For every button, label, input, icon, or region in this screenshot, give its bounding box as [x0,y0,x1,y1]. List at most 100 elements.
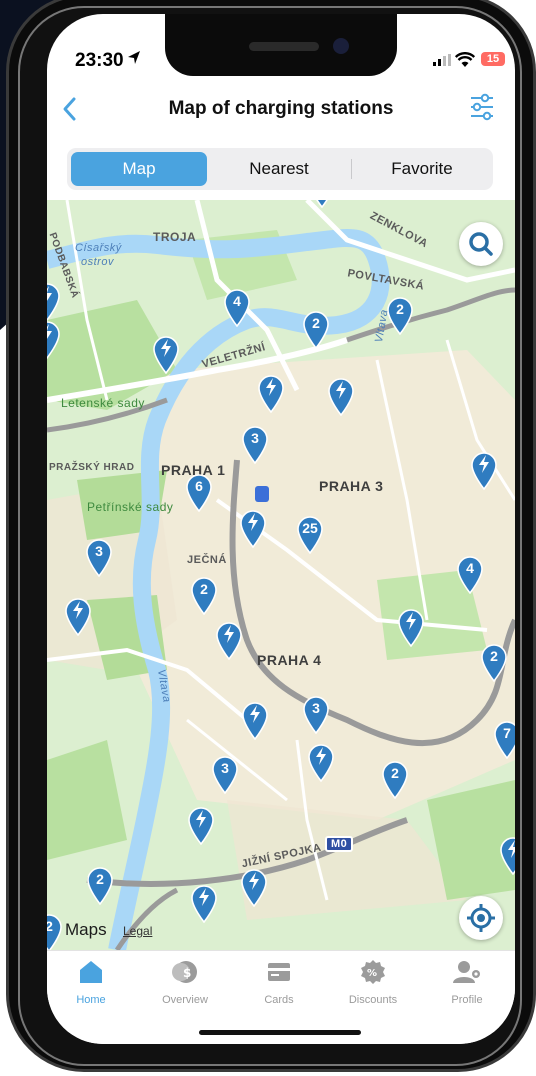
status-time: 23:30 [75,50,124,71]
search-icon [469,232,493,256]
highway-badge-m0: M0 [325,836,354,852]
lightning-bolt-icon [249,872,259,890]
pin-count: 4 [466,560,474,576]
map-label-letenske-sady: Letenské sady [61,396,145,410]
discounts-icon: % [361,960,385,984]
map-label-troja: TROJA [153,230,197,244]
station-cluster-pin[interactable]: 3 [84,537,114,577]
charging-station-pin[interactable] [240,700,270,740]
pin-count: 3 [251,430,259,446]
lightning-bolt-icon [266,378,276,396]
map-label-cisarsky: Císařský [75,242,122,254]
charging-station-pin[interactable] [239,867,269,907]
lightning-bolt-icon [47,286,52,301]
charging-station-pin[interactable] [256,373,286,413]
segment-favorite[interactable]: Favorite [355,152,489,186]
lightning-bolt-icon [316,747,326,765]
charging-station-pin[interactable] [238,508,268,548]
station-cluster-pin[interactable]: 25 [295,514,325,554]
tab-home-label: Home [76,994,106,1006]
tab-cards-label: Cards [264,994,294,1006]
lightning-bolt-icon [250,705,260,723]
filter-settings-icon[interactable] [469,92,495,122]
map-label-petrinske-sady: Petřínské sady [87,500,174,514]
station-cluster-pin[interactable]: 4 [455,554,485,594]
charging-station-pin[interactable] [498,835,515,875]
crosshair-icon [467,904,495,932]
charging-station-pin[interactable] [306,742,336,782]
station-cluster-pin[interactable]: 2 [301,309,331,349]
tab-overview-label: Overview [162,994,208,1006]
charging-station-pin[interactable] [151,334,181,374]
station-cluster-pin[interactable]: 2 [479,642,509,682]
map-label-ostrov: ostrov [81,256,114,268]
charging-station-pin[interactable] [63,596,93,636]
map-label-praha3: PRAHA 3 [319,478,384,494]
pin-count: 3 [95,543,103,559]
station-cluster-pin[interactable]: 2 [85,865,115,905]
legal-link[interactable]: Legal [123,924,152,938]
pin-count: 2 [391,765,399,781]
charging-station-pin[interactable] [186,805,216,845]
page-title: Map of charging stations [168,98,394,119]
map-label-jecna: JEČNÁ [187,554,227,566]
station-cluster-pin[interactable]: 7 [492,719,515,759]
svg-text:$: $ [183,966,191,980]
station-cluster-pin[interactable]: 3 [240,424,270,464]
charging-station-pin[interactable] [307,200,337,208]
charging-station-pin[interactable] [189,883,219,923]
lightning-bolt-icon [508,840,515,858]
charging-station-pin[interactable] [469,450,499,490]
lightning-bolt-icon [336,381,346,399]
pin-count: 3 [221,760,229,776]
signal-icon [433,54,451,66]
tab-discounts-label: Discounts [348,994,398,1006]
charging-station-pin[interactable] [326,376,356,416]
wifi-icon [455,52,475,67]
my-location-button[interactable] [459,896,503,940]
phone-screen: 23:30 15 Map of charging stations Map Ne… [47,14,515,1044]
tab-profile-label: Profile [451,994,483,1006]
pin-count: 2 [312,315,320,331]
maps-attribution-text: Maps [65,920,107,939]
station-cluster-pin[interactable]: 3 [301,694,331,734]
profile-icon [453,961,480,983]
lightning-bolt-icon [161,339,171,357]
station-cluster-pin[interactable]: 6 [184,472,214,512]
lightning-bolt-icon [47,324,52,339]
pin-count: 2 [396,301,404,317]
segment-nearest[interactable]: Nearest [211,152,347,186]
map-label-praha4: PRAHA 4 [257,652,322,668]
tab-profile[interactable]: Profile [427,959,507,1006]
station-cluster-pin[interactable]: 2 [385,295,415,335]
map-search-button[interactable] [459,222,503,266]
lightning-bolt-icon [248,513,258,531]
charging-station-pin[interactable] [396,607,426,647]
tab-discounts[interactable]: % Discounts [333,959,413,1006]
map-view[interactable]: TROJA Císařský ostrov PODBABSKÁ ZENKLOVA… [47,200,515,950]
lightning-bolt-icon [479,455,489,473]
station-cluster-pin[interactable]: 2 [47,912,64,950]
station-cluster-pin[interactable]: 2 [189,575,219,615]
charging-station-pin[interactable] [214,620,244,660]
lightning-bolt-icon [196,810,206,828]
front-camera [333,38,349,54]
segment-map[interactable]: Map [71,152,207,186]
home-indicator [199,1030,361,1035]
pin-count: 2 [490,648,498,664]
pin-count: 7 [503,725,511,741]
navigation-bar: Map of charging stations [47,84,515,136]
tab-overview[interactable]: $ Overview [145,959,225,1006]
location-arrow-icon [128,51,140,64]
station-cluster-pin[interactable]: 2 [380,759,410,799]
charging-station-pin[interactable] [47,281,62,321]
charging-station-pin[interactable] [47,319,62,359]
station-cluster-pin[interactable]: 4 [222,287,252,327]
maps-attribution: Maps [65,920,107,940]
segmented-control: Map Nearest Favorite [67,148,493,190]
station-cluster-pin[interactable]: 3 [210,754,240,794]
tab-home[interactable]: Home [51,959,131,1006]
tab-cards[interactable]: Cards [239,959,319,1006]
pin-count: 3 [312,700,320,716]
lightning-bolt-icon [73,601,83,619]
